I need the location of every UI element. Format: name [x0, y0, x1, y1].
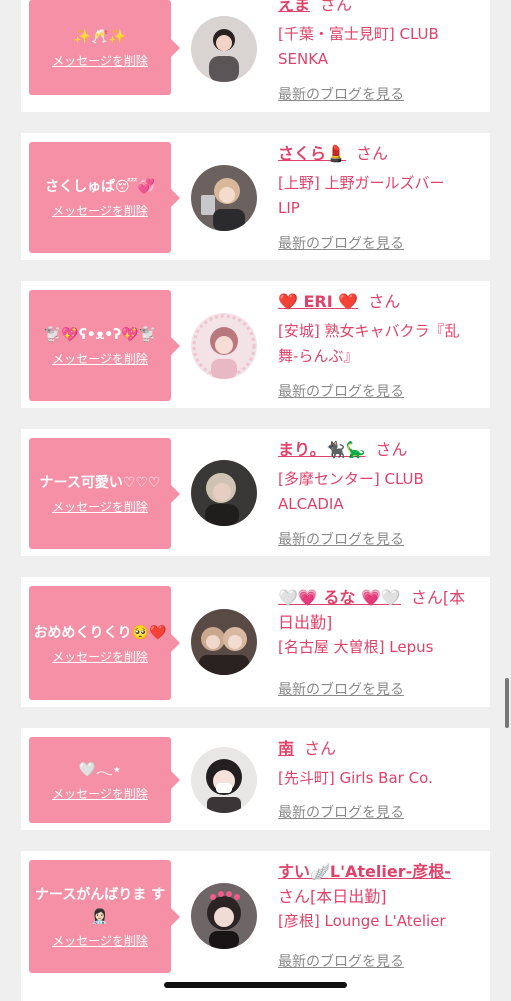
- message-text: ✨🥂✨: [73, 29, 127, 45]
- message-card: ナースがんばりま す👩🏻‍⚕️ メッセージを削除 すい🪽L'Atelier-彦根…: [21, 851, 490, 1001]
- avatar[interactable]: [191, 747, 257, 813]
- avatar[interactable]: [191, 460, 257, 526]
- latest-blog-link[interactable]: 最新のブログを見る: [278, 84, 404, 104]
- home-indicator[interactable]: [164, 982, 347, 988]
- message-card: ✨🥂✨ メッセージを削除 えま さん [千葉・富士見町] CLUB SENKA 最…: [21, 0, 490, 112]
- honorific-label: さん: [375, 440, 408, 459]
- profile-info: 南さん [先斗町] Girls Bar Co. 最新のブログを見る: [278, 736, 486, 821]
- message-card: 🤍𓂃⋆ メッセージを削除 南さん [先斗町] Girls Bar Co. 最新の…: [21, 728, 490, 830]
- honorific-label: さん[本: [410, 588, 466, 607]
- profile-name-link[interactable]: まり。🐈‍⬛🦕: [278, 440, 366, 459]
- shop-line: [先斗町] Girls Bar Co.: [278, 769, 433, 787]
- shop-line: [彦根] Lounge L'Atelier: [278, 912, 446, 930]
- profile-name-link[interactable]: さくら💄: [278, 144, 346, 163]
- message-text: ナース可愛い♡♡♡: [39, 475, 161, 491]
- attendance-label: さん[本日出勤]: [278, 887, 387, 906]
- message-bubble: 🤍𓂃⋆ メッセージを削除: [29, 737, 180, 823]
- profile-info: さくら💄 さん [上野] 上野ガールズバー LIP 最新のブログを見る: [278, 141, 486, 252]
- message-bubble: さくしゅぱ😴💞 メッセージを削除: [29, 142, 180, 253]
- avatar[interactable]: [191, 883, 257, 949]
- delete-message-link[interactable]: メッセージを削除: [52, 648, 148, 665]
- shop-name: [安城] 熟女キャバクラ『乱 舞-らんぶ』: [278, 319, 486, 369]
- latest-blog-link[interactable]: 最新のブログを見る: [278, 951, 404, 971]
- shop-line: [上野] 上野ガールズバー: [278, 174, 445, 192]
- shop-name: [上野] 上野ガールズバー LIP: [278, 171, 486, 221]
- message-text: 🐩💖ʕ•ᴥ•ʔ💖🐩: [43, 327, 157, 343]
- delete-message-link[interactable]: メッセージを削除: [52, 785, 148, 802]
- shop-name: [名古屋 大曽根] Lepus: [278, 635, 486, 660]
- avatar[interactable]: [191, 165, 257, 231]
- shop-line: [千葉・富士見町] CLUB: [278, 25, 439, 43]
- shop-name: [先斗町] Girls Bar Co.: [278, 766, 486, 791]
- avatar[interactable]: [191, 313, 257, 379]
- latest-blog-link[interactable]: 最新のブログを見る: [278, 802, 404, 822]
- attendance-label: 日出勤]: [278, 613, 333, 632]
- avatar[interactable]: [191, 16, 257, 82]
- delete-message-link[interactable]: メッセージを削除: [52, 202, 148, 219]
- profile-name-link[interactable]: えま: [278, 0, 310, 14]
- shop-name: [多摩センター] CLUB ALCADIA: [278, 467, 486, 517]
- honorific-label: さん: [355, 144, 388, 163]
- profile-name-link[interactable]: 🤍💗 るな 💗🤍: [278, 588, 401, 607]
- message-text: おめめくりくり🥺❤️: [33, 624, 167, 641]
- profile-info: ❤️ ERI ❤️ さん [安城] 熟女キャバクラ『乱 舞-らんぶ』 最新のブログ…: [278, 289, 486, 400]
- shop-name: [彦根] Lounge L'Atelier: [278, 909, 486, 934]
- delete-message-link[interactable]: メッセージを削除: [52, 932, 148, 949]
- profile-info: すい🪽L'Atelier-彦根- さん[本日出勤] [彦根] Lounge L'…: [278, 859, 486, 970]
- message-bubble: ✨🥂✨ メッセージを削除: [29, 0, 180, 95]
- scrollbar[interactable]: [505, 678, 509, 728]
- shop-line: ALCADIA: [278, 495, 344, 513]
- message-text: ナースがんばりま す👩🏻‍⚕️: [34, 887, 166, 925]
- message-card: おめめくりくり🥺❤️ メッセージを削除 🤍💗 るな 💗🤍 さん[本 日出勤] [名…: [21, 577, 490, 707]
- latest-blog-link[interactable]: 最新のブログを見る: [278, 529, 404, 549]
- profile-info: 🤍💗 るな 💗🤍 さん[本 日出勤] [名古屋 大曽根] Lepus 最新のブログ…: [278, 585, 486, 698]
- message-card: 🐩💖ʕ•ᴥ•ʔ💖🐩 メッセージを削除 ❤️ ERI ❤️ さん [安城] 熟女キャ…: [21, 281, 490, 408]
- profile-info: まり。🐈‍⬛🦕 さん [多摩センター] CLUB ALCADIA 最新のブログを見…: [278, 437, 486, 548]
- shop-line: 舞-らんぶ』: [278, 347, 359, 365]
- message-text: 🤍𓂃⋆: [78, 761, 122, 778]
- message-card: さくしゅぱ😴💞 メッセージを削除 さくら💄 さん [上野] 上野ガールズバー LI…: [21, 133, 490, 260]
- profile-name-link[interactable]: すい🪽L'Atelier-彦根-: [278, 862, 451, 881]
- message-bubble: ナースがんばりま す👩🏻‍⚕️ メッセージを削除: [29, 860, 180, 973]
- shop-line: [多摩センター] CLUB: [278, 470, 424, 488]
- message-card: ナース可愛い♡♡♡ メッセージを削除 まり。🐈‍⬛🦕 さん [多摩センター] CL…: [21, 429, 490, 556]
- honorific-label: さん: [368, 292, 401, 311]
- profile-name-link[interactable]: ❤️ ERI ❤️: [278, 292, 358, 311]
- honorific-label: さん: [320, 0, 353, 14]
- delete-message-link[interactable]: メッセージを削除: [52, 498, 148, 515]
- message-bubble: おめめくりくり🥺❤️ メッセージを削除: [29, 586, 180, 700]
- message-bubble: 🐩💖ʕ•ᴥ•ʔ💖🐩 メッセージを削除: [29, 290, 180, 401]
- delete-message-link[interactable]: メッセージを削除: [52, 350, 148, 367]
- shop-line: [名古屋 大曽根] Lepus: [278, 638, 434, 656]
- shop-line: SENKA: [278, 50, 329, 68]
- latest-blog-link[interactable]: 最新のブログを見る: [278, 233, 404, 253]
- profile-info: えま さん [千葉・富士見町] CLUB SENKA 最新のブログを見る: [278, 0, 486, 103]
- avatar[interactable]: [191, 609, 257, 675]
- shop-name: [千葉・富士見町] CLUB SENKA: [278, 22, 486, 72]
- profile-name-link[interactable]: 南: [278, 739, 294, 758]
- message-text: さくしゅぱ😴💞: [45, 179, 155, 195]
- latest-blog-link[interactable]: 最新のブログを見る: [278, 679, 404, 699]
- shop-line: [安城] 熟女キャバクラ『乱: [278, 322, 460, 340]
- delete-message-link[interactable]: メッセージを削除: [52, 52, 148, 69]
- latest-blog-link[interactable]: 最新のブログを見る: [278, 381, 404, 401]
- shop-line: LIP: [278, 199, 300, 217]
- honorific-label: さん: [304, 739, 337, 758]
- message-bubble: ナース可愛い♡♡♡ メッセージを削除: [29, 438, 180, 549]
